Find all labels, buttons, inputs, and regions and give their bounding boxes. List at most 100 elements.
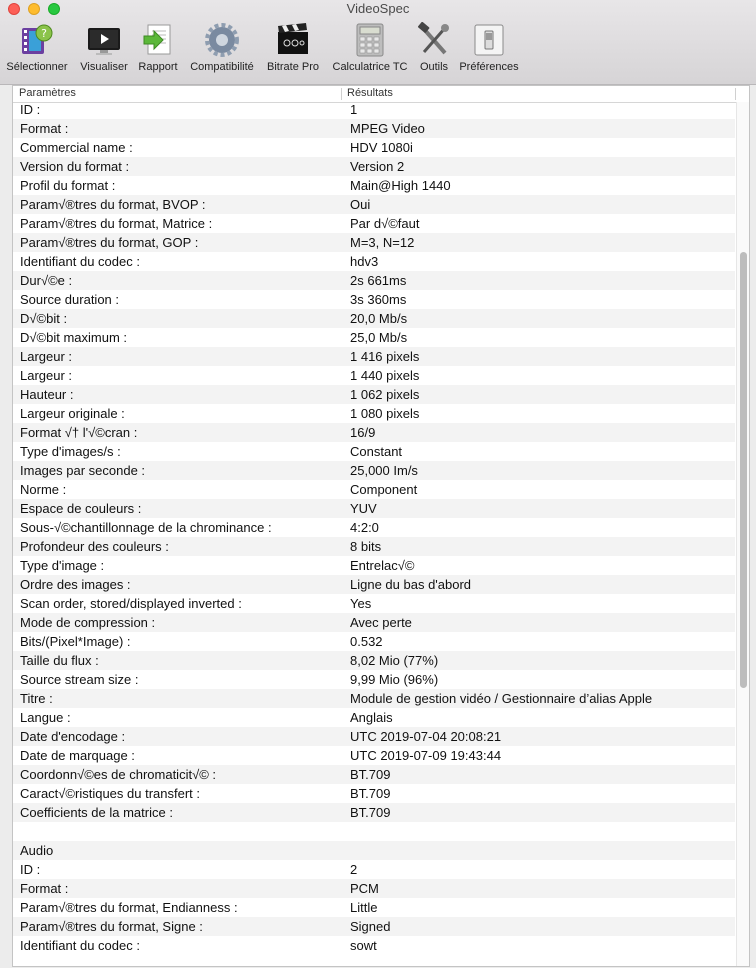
table-row[interactable]: Profil du format : Main@High 1440 [13,176,735,195]
result-cell: Signed [350,919,391,934]
table-body: ID : 1 Format : MPEG Video Commercial name :… [13,100,735,955]
result-cell: 1 [350,102,358,117]
table-row[interactable]: Dur√©e : 2s 661ms [13,271,735,290]
film-select-icon: ? [22,24,53,54]
table-row[interactable]: Mode de compression : Avec perte [13,613,735,632]
parameter-cell: Images par seconde : [20,463,146,478]
table-row[interactable]: Type d'image : Entrelac√© [13,556,735,575]
table-row[interactable]: Param√®tres du format, GOP : M=3, N=12 [13,233,735,252]
result-cell: 1 062 pixels [350,387,420,402]
table-row[interactable]: Type d'images/s : Constant [13,442,735,461]
parameter-cell: Profil du format : [20,178,116,193]
table-row[interactable]: ID : 2 [13,860,735,879]
result-cell: 2s 661ms [350,273,407,288]
toolbar-calculator-button[interactable]: Calculatrice TC [328,18,412,73]
parameter-cell: Param√®tres du format, Signe : [20,919,203,934]
table-row[interactable]: Bits/(Pixel*Image) : 0.532 [13,632,735,651]
parameter-cell: Date de marquage : [20,748,135,763]
table-row[interactable]: Source stream size : 9,99 Mio (96%) [13,670,735,689]
parameter-cell: Identifiant du codec : [20,254,140,269]
column-divider [735,88,736,100]
parameter-cell: Dur√©e : [20,273,73,288]
vertical-scrollbar[interactable] [736,102,749,966]
result-cell: 25,000 Im/s [350,463,418,478]
result-cell: hdv3 [350,254,379,269]
table-row[interactable]: Format √† l'√©cran : 16/9 [13,423,735,442]
result-cell: Ligne du bas d'abord [350,577,472,592]
toolbar-bitrate-button[interactable]: Bitrate Pro [264,18,322,73]
table-row[interactable]: D√©bit maximum : 25,0 Mb/s [13,328,735,347]
table-row[interactable]: Param√®tres du format, BVOP : Oui [13,195,735,214]
table-row[interactable]: Hauteur : 1 062 pixels [13,385,735,404]
table-row[interactable]: Langue : Anglais [13,708,735,727]
table-row[interactable]: Espace de couleurs : YUV [13,499,735,518]
parameter-cell: Bits/(Pixel*Image) : [20,634,131,649]
toolbar-report-button[interactable]: Rapport [135,18,181,73]
table-row[interactable]: Commercial name : HDV 1080i [13,138,735,157]
table-row[interactable]: Scan order, stored/displayed inverted : Y… [13,594,735,613]
table-row[interactable]: Coordonn√©es de chromaticit√© : BT.709 [13,765,735,784]
results-table[interactable]: Paramètres Résultats ID : 1 Format : MPEG V… [12,85,750,967]
table-row[interactable] [13,822,735,841]
toolbar-preferences-label: Préférences [459,61,519,73]
tools-icon [418,22,449,55]
result-cell: Par d√©faut [350,216,420,231]
table-row[interactable]: Images par seconde : 25,000 Im/s [13,461,735,480]
table-row[interactable]: Identifiant du codec : sowt [13,936,735,955]
result-cell: MPEG Video [350,121,425,136]
parameter-cell: Norme : [20,482,67,497]
table-row[interactable]: Largeur : 1 440 pixels [13,366,735,385]
table-row[interactable]: Titre : Module de gestion vidéo / Gestion… [13,689,735,708]
scrollbar-thumb[interactable] [740,252,747,688]
table-row[interactable]: Taille du flux : 8,02 Mio (77%) [13,651,735,670]
result-cell: Version 2 [350,159,405,174]
parameter-cell: Coordonn√©es de chromaticit√© : [20,767,217,782]
parameter-cell: Langue : [20,710,71,725]
column-header-parameters[interactable]: Paramètres [19,87,76,99]
toolbar-calculator-label: Calculatrice TC [332,61,408,73]
result-cell: 3s 360ms [350,292,407,307]
window-chrome: VideoSpec ? Sélectionner Visualiser Rapp… [0,0,756,85]
table-row[interactable]: Ordre des images : Ligne du bas d'abord [13,575,735,594]
column-header-results[interactable]: Résultats [347,87,393,99]
result-cell: BT.709 [350,786,391,801]
result-cell: 2 [350,862,358,877]
calculator-icon [356,23,384,57]
table-row[interactable]: D√©bit : 20,0 Mb/s [13,309,735,328]
toolbar-tools-button[interactable]: Outils [414,18,454,73]
table-row[interactable]: Source duration : 3s 360ms [13,290,735,309]
parameter-cell: Coefficients de la matrice : [20,805,173,820]
table-row[interactable]: Sous-√©chantillonnage de la chrominance … [13,518,735,537]
table-row[interactable]: Version du format : Version 2 [13,157,735,176]
table-row[interactable]: Largeur : 1 416 pixels [13,347,735,366]
table-row[interactable]: Param√®tres du format, Matrice : Par d√©f… [13,214,735,233]
table-row[interactable]: ID : 1 [13,100,735,119]
table-row[interactable]: Date d'encodage : UTC 2019-07-04 20:08:21 [13,727,735,746]
clapperboard-icon [278,23,308,54]
parameter-cell: Param√®tres du format, Matrice : [20,216,213,231]
toolbar-view-button[interactable]: Visualiser [78,18,130,73]
result-cell: Yes [350,596,372,611]
table-row[interactable]: Date de marquage : UTC 2019-07-09 19:43:4… [13,746,735,765]
toolbar-tools-label: Outils [419,61,449,73]
table-row[interactable]: Profondeur des couleurs : 8 bits [13,537,735,556]
table-row[interactable]: Caract√©ristiques du transfert : BT.709 [13,784,735,803]
table-row[interactable]: Coefficients de la matrice : BT.709 [13,803,735,822]
table-row[interactable]: Format : MPEG Video [13,119,735,138]
window-title: VideoSpec [346,1,410,16]
table-row[interactable]: Audio [13,841,735,860]
table-row[interactable]: Format : PCM [13,879,735,898]
parameter-cell: Largeur originale : [20,406,125,421]
parameter-cell: ID : [20,862,41,877]
toolbar-compatibility-button[interactable]: Compatibilité [186,18,258,73]
table-row[interactable]: Param√®tres du format, Signe : Signed [13,917,735,936]
toolbar-preferences-button[interactable]: Préférences [456,18,522,73]
table-row[interactable]: Largeur originale : 1 080 pixels [13,404,735,423]
parameter-cell: Scan order, stored/displayed inverted : [20,596,242,611]
table-row[interactable]: Identifiant du codec : hdv3 [13,252,735,271]
parameter-cell: Format √† l'√©cran : [20,425,138,440]
svg-text:?: ? [41,27,47,40]
table-row[interactable]: Param√®tres du format, Endianness : Littl… [13,898,735,917]
table-row[interactable]: Norme : Component [13,480,735,499]
toolbar-select-button[interactable]: ? Sélectionner [4,18,70,73]
